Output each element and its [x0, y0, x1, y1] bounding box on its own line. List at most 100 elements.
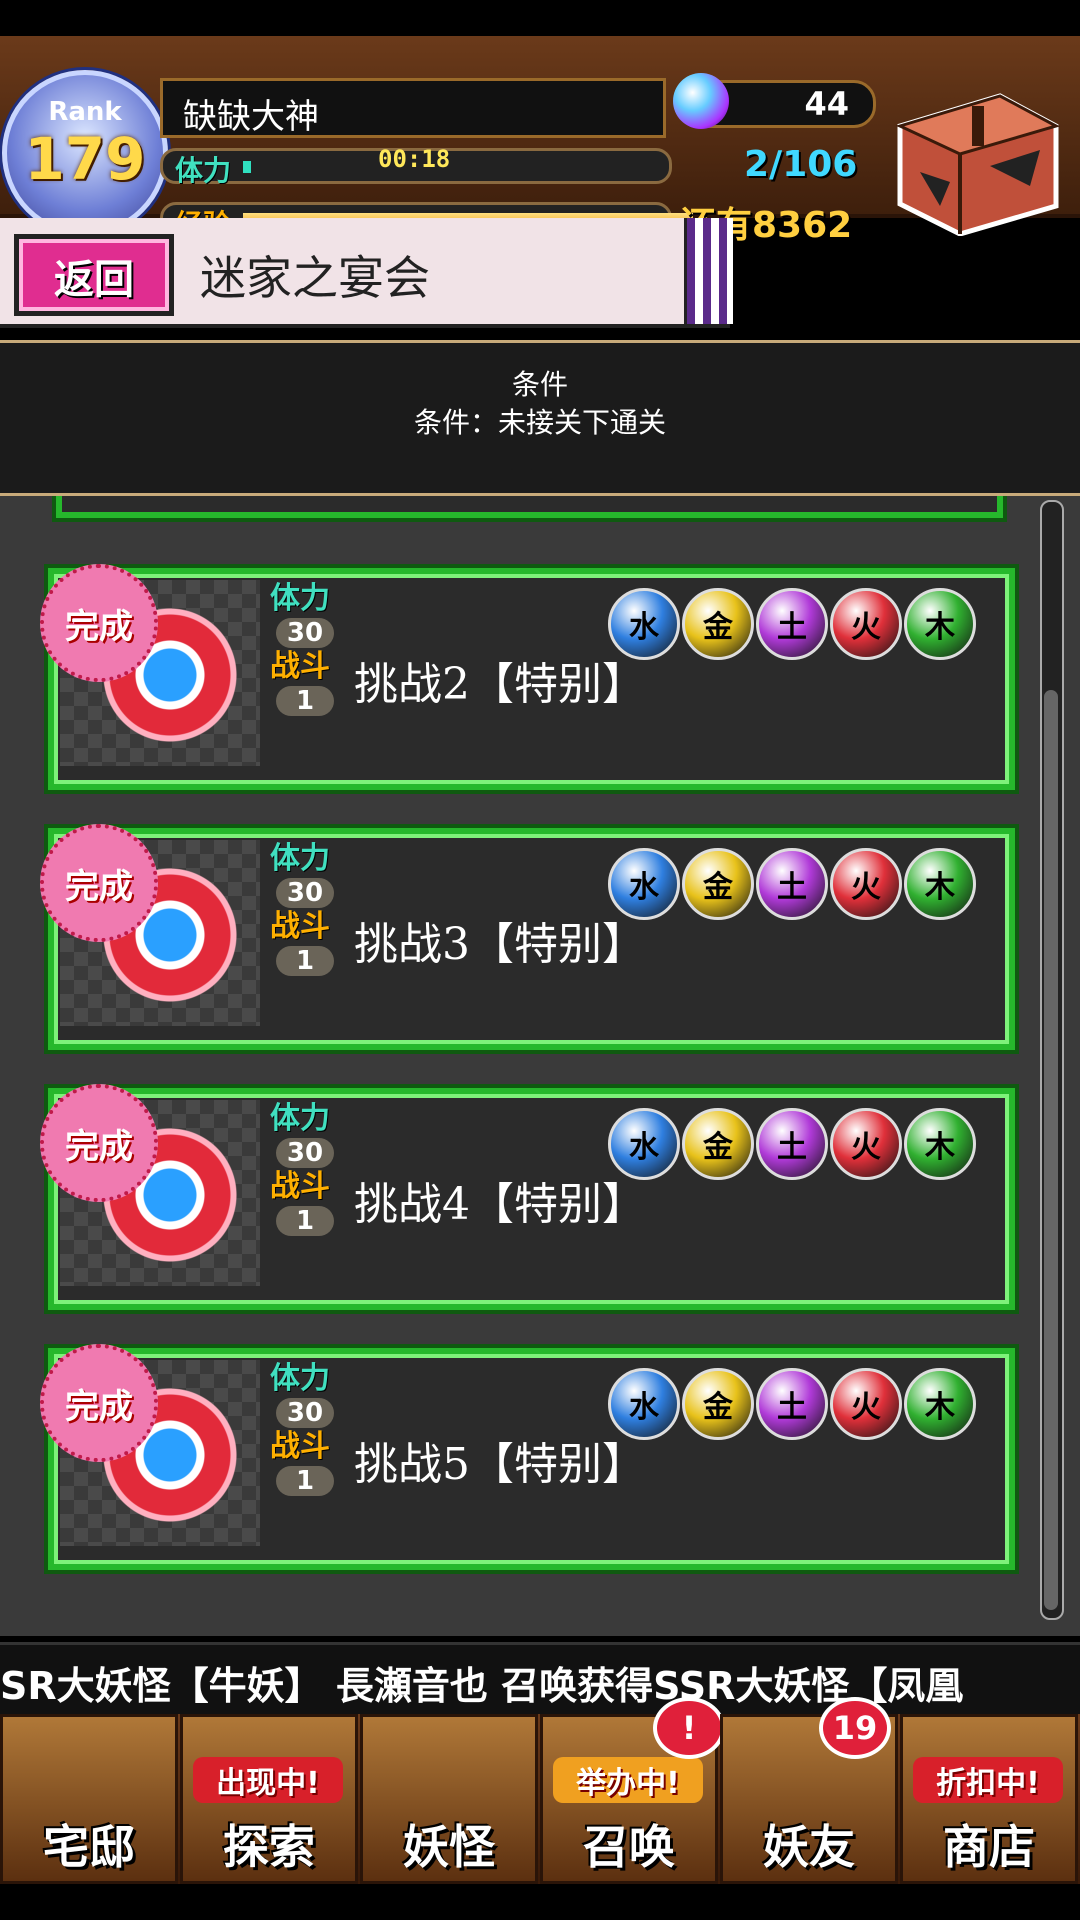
complete-badge: 完成	[40, 824, 158, 942]
complete-badge: 完成	[40, 1344, 158, 1462]
stage-title: 挑战3【特别】	[354, 919, 646, 970]
bottom-nav: 宅邸 出现中! 探索 妖怪 举办中!! 召唤 19 妖友 折扣中! 商店	[0, 1697, 1080, 1884]
element-orb-icon: 土	[756, 848, 828, 920]
nav-tag: 折扣中!	[913, 1757, 1063, 1803]
stage-list[interactable]: 完成 体力 30 战斗 1 挑战2【特别】 水金土火木 完成 体力 30 战斗 …	[0, 496, 1080, 1636]
orb-counter[interactable]: 44	[673, 73, 876, 129]
complete-badge: 完成	[40, 1084, 158, 1202]
stage-card[interactable]: 完成 体力 30 战斗 1 挑战2【特别】 水金土火木	[40, 564, 1015, 790]
element-orb-icon: 火	[830, 1368, 902, 1440]
stage-card[interactable]: 完成 体力 30 战斗 1 挑战4【特别】 水金土火木	[40, 1084, 1015, 1310]
stage-card[interactable]: 完成 体力 30 战斗 1 挑战3【特别】 水金土火木	[40, 824, 1015, 1050]
complete-label: 完成	[65, 1386, 133, 1427]
player-name: 缺缺大神	[183, 97, 319, 137]
element-orb-icon: 木	[904, 848, 976, 920]
rank-label: Rank	[48, 97, 122, 127]
nav-label: 探索	[223, 1820, 315, 1874]
condition-panel: 条件 条件：未接关下通关	[0, 340, 1080, 498]
battle-count-value: 1	[276, 686, 334, 716]
element-orb-icon: 金	[682, 1368, 754, 1440]
stage-card-partial[interactable]	[56, 496, 1003, 518]
announcement-ticker: SR大妖怪【牛妖】 長瀬音也 召唤获得SSR大妖怪【凤凰	[0, 1642, 1080, 1717]
battle-count-label: 战斗	[270, 1169, 330, 1204]
stamina-count: 2/106	[744, 144, 858, 185]
element-orb-icon: 土	[756, 1108, 828, 1180]
page-title: 迷家之宴会	[200, 251, 430, 305]
stamina-cost-value: 30	[276, 1398, 334, 1428]
back-button[interactable]: 返回	[14, 234, 174, 316]
element-orb-icon: 木	[904, 1108, 976, 1180]
stamina-timer: 00:18	[378, 145, 451, 173]
element-orb-icon: 火	[830, 1108, 902, 1180]
battle-count-value: 1	[276, 946, 334, 976]
condition-title: 条件	[511, 368, 568, 401]
nav-item-1[interactable]: 出现中! 探索	[180, 1714, 358, 1884]
stamina-label: 体力	[175, 154, 232, 187]
stage-stats: 体力 30 战斗 1	[270, 1362, 340, 1498]
back-button-label: 返回	[54, 257, 134, 303]
stage-emblem: 完成	[40, 1084, 260, 1286]
nav-label: 召唤	[583, 1820, 675, 1874]
stamina-cost-label: 体力	[270, 581, 330, 616]
stage-card[interactable]: 完成 体力 30 战斗 1 挑战5【特别】 水金土火木	[40, 1344, 1015, 1570]
element-orb-icon: 土	[756, 588, 828, 660]
stamina-cost-value: 30	[276, 618, 334, 648]
scrollbar-thumb[interactable]	[1044, 690, 1058, 1610]
stage-title: 挑战4【特别】	[354, 1179, 646, 1230]
element-orb-icon: 火	[830, 588, 902, 660]
stamina-cost-label: 体力	[270, 1361, 330, 1396]
stamina-cost-label: 体力	[270, 1101, 330, 1136]
stage-title: 挑战2【特别】	[354, 659, 646, 710]
stamina-cost-value: 30	[276, 878, 334, 908]
system-status-bar	[0, 0, 1080, 36]
ticker-text: SR大妖怪【牛妖】 長瀬音也 召唤获得SSR大妖怪【凤凰	[0, 1664, 964, 1708]
element-orb-icon: 木	[904, 588, 976, 660]
element-orb-icon: 木	[904, 1368, 976, 1440]
element-orb-icon: 水	[608, 1108, 680, 1180]
nav-item-5[interactable]: 折扣中! 商店	[900, 1714, 1078, 1884]
nav-item-4[interactable]: 19 妖友	[720, 1697, 898, 1884]
stage-title-bar: 返回 迷家之宴会	[0, 218, 733, 328]
battle-count-value: 1	[276, 1206, 334, 1236]
element-orb-icon: 金	[682, 1108, 754, 1180]
decorative-stripe	[684, 218, 733, 324]
complete-label: 完成	[65, 606, 133, 647]
nav-label: 宅邸	[43, 1820, 135, 1874]
magic-orb-icon	[673, 73, 729, 129]
stage-emblem: 完成	[40, 1344, 260, 1546]
stage-stats: 体力 30 战斗 1	[270, 842, 340, 978]
battle-count-label: 战斗	[270, 1429, 330, 1464]
stage-emblem: 完成	[40, 564, 260, 766]
complete-label: 完成	[65, 1126, 133, 1167]
stamina-bar: 体力 00:18	[160, 145, 672, 187]
stamina-fill	[243, 161, 251, 173]
element-orb-icon: 水	[608, 848, 680, 920]
nav-item-0[interactable]: 宅邸	[0, 1714, 178, 1884]
stage-stats: 体力 30 战斗 1	[270, 1102, 340, 1238]
rank-badge[interactable]: Rank 179	[2, 70, 168, 236]
stamina-cost-value: 30	[276, 1138, 334, 1168]
notification-badge: !	[653, 1697, 725, 1759]
nav-item-2[interactable]: 妖怪	[360, 1714, 538, 1884]
element-orb-icon: 火	[830, 848, 902, 920]
battle-count-label: 战斗	[270, 649, 330, 684]
stage-emblem: 完成	[40, 824, 260, 1026]
stamina-cost-label: 体力	[270, 841, 330, 876]
condition-text: 条件：未接关下通关	[413, 406, 666, 439]
treasure-chest-icon[interactable]	[880, 86, 1066, 237]
battle-count-label: 战斗	[270, 909, 330, 944]
nav-item-3[interactable]: 举办中!! 召唤	[540, 1697, 725, 1884]
nav-label: 妖怪	[403, 1820, 495, 1874]
rank-value: 179	[24, 125, 146, 193]
nav-label: 妖友	[763, 1820, 855, 1874]
element-orb-icon: 金	[682, 588, 754, 660]
nav-tag: 出现中!	[193, 1757, 343, 1803]
complete-label: 完成	[65, 866, 133, 907]
complete-badge: 完成	[40, 564, 158, 682]
stage-title: 挑战5【特别】	[354, 1439, 646, 1490]
orb-count: 44	[804, 85, 849, 123]
player-name-box: 缺缺大神	[160, 78, 666, 138]
element-orb-icon: 金	[682, 848, 754, 920]
element-orb-icon: 水	[608, 588, 680, 660]
player-header: Rank 179 缺缺大神 体力 00:18 经验 44 2/106 还有836…	[0, 36, 1080, 246]
